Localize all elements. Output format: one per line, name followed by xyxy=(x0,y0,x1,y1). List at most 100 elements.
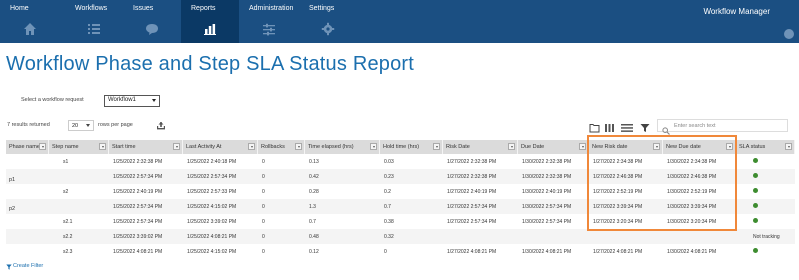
nav-item-settings[interactable]: Settings xyxy=(299,0,357,43)
filter-icon xyxy=(6,264,12,270)
chevron-down-icon xyxy=(86,124,90,127)
table-cell: Not tracking xyxy=(753,234,780,240)
sliders-icon xyxy=(239,20,299,38)
table-cell: 1.3 xyxy=(309,204,316,210)
table-cell: 0 xyxy=(262,219,265,225)
column-header[interactable]: Start time xyxy=(109,140,183,154)
workflow-select-label: Select a workflow request xyxy=(21,97,84,103)
table-cell: s2 xyxy=(63,189,69,195)
page-size-value: 20 xyxy=(72,123,79,129)
results-count: 7 results returned xyxy=(7,122,50,128)
table-cell: 0 xyxy=(262,174,265,180)
table-cell: 1/27/2022 2:32:38 PM xyxy=(447,174,497,180)
table-cell: s1 xyxy=(63,159,69,165)
table-cell: 1/25/2022 2:57:34 PM xyxy=(113,204,163,210)
sla-status-dot xyxy=(753,158,758,163)
page-size-select[interactable]: 20 xyxy=(68,120,94,131)
nav-item-workflows[interactable]: Workflows xyxy=(65,0,123,43)
table-cell: 1/25/2022 3:39:02 PM xyxy=(187,219,237,225)
table-cell: 1/25/2022 2:32:38 PM xyxy=(113,159,163,165)
column-filter-icon[interactable] xyxy=(579,143,586,150)
nav-item-administration[interactable]: Administration xyxy=(239,0,299,43)
table-cell: 0 xyxy=(262,204,265,210)
nav-label: Reports xyxy=(191,5,216,12)
search-input[interactable]: Enter search text xyxy=(657,119,788,135)
nav-label: Home xyxy=(10,5,29,12)
sla-status-dot xyxy=(753,173,758,178)
table-cell: 1/30/2022 4:08:21 PM xyxy=(667,249,717,255)
column-header[interactable]: Phase name xyxy=(6,140,49,154)
column-header[interactable]: Risk Date xyxy=(443,140,518,154)
column-filter-icon[interactable] xyxy=(99,143,106,150)
home-icon xyxy=(0,20,60,38)
table-cell: 1/30/2022 4:08:21 PM xyxy=(522,249,572,255)
rows-per-page-label: rows per page xyxy=(98,122,133,128)
table-cell: 0.28 xyxy=(309,189,319,195)
column-filter-icon[interactable] xyxy=(370,143,377,150)
table-cell: 1/25/2022 2:57:34 PM xyxy=(113,219,163,225)
table-cell: 0 xyxy=(384,249,387,255)
table-cell: 1/30/2022 2:32:38 PM xyxy=(522,159,572,165)
column-header[interactable]: SLA status xyxy=(736,140,795,154)
table-cell: 1/25/2022 4:15:02 PM xyxy=(187,204,237,210)
nav-label: Settings xyxy=(309,5,335,12)
nav-label: Workflows xyxy=(75,5,108,12)
app-brand: Workflow Manager xyxy=(703,7,770,16)
table-cell: s2.3 xyxy=(63,249,73,255)
table-cell: s2.1 xyxy=(63,219,73,225)
nav-item-home[interactable]: Home xyxy=(0,0,60,43)
column-filter-icon[interactable] xyxy=(295,143,302,150)
table-cell: 0 xyxy=(262,159,265,165)
column-filter-icon[interactable] xyxy=(785,143,792,150)
column-header[interactable]: Hold time (hrs) xyxy=(380,140,443,154)
column-header[interactable]: Time elapsed (hrs) xyxy=(305,140,380,154)
phase-label: p2 xyxy=(9,206,16,212)
table-cell: 0 xyxy=(262,189,265,195)
table-cell: 0.48 xyxy=(309,234,319,240)
table-cell: 0.03 xyxy=(384,159,394,165)
table-cell: 1/30/2022 2:57:34 PM xyxy=(522,204,572,210)
table-cell: 1/30/2022 2:40:19 PM xyxy=(522,189,572,195)
sla-status-dot xyxy=(753,188,758,193)
sla-status-dot xyxy=(753,203,758,208)
column-header[interactable]: Step name xyxy=(49,140,109,154)
table-cell: 0.32 xyxy=(384,234,394,240)
column-filter-icon[interactable] xyxy=(248,143,255,150)
column-filter-icon[interactable] xyxy=(173,143,180,150)
new-dates-highlight xyxy=(587,135,737,231)
table-cell: 1/27/2022 2:57:34 PM xyxy=(447,219,497,225)
table-cell: 1/25/2022 4:08:21 PM xyxy=(187,234,237,240)
create-filter-link[interactable]: Create Filter xyxy=(6,263,44,270)
table-cell: 1/25/2022 4:08:21 PM xyxy=(113,249,163,255)
table-cell: 0 xyxy=(262,249,265,255)
top-nav-bar: Home Workflows Issues Reports Administra… xyxy=(0,0,799,43)
nav-label: Administration xyxy=(249,5,294,12)
table-row[interactable]: s2.2 1/25/2022 3:39:02 PM 1/25/2022 4:08:2… xyxy=(6,229,795,244)
table-cell: 1/25/2022 3:39:02 PM xyxy=(113,234,163,240)
column-filter-icon[interactable] xyxy=(433,143,440,150)
sla-status-dot xyxy=(753,218,758,223)
table-cell: 0.13 xyxy=(309,159,319,165)
table-cell: 1/25/2022 2:40:19 PM xyxy=(113,189,163,195)
column-filter-icon[interactable] xyxy=(508,143,515,150)
export-icon[interactable] xyxy=(156,118,166,136)
column-header[interactable]: Due Date xyxy=(518,140,589,154)
column-filter-icon[interactable] xyxy=(39,143,46,150)
gear-icon xyxy=(299,20,357,38)
page-title: Workflow Phase and Step SLA Status Repor… xyxy=(6,53,415,75)
sla-status-dot xyxy=(753,248,758,253)
create-filter-label: Create Filter xyxy=(13,263,44,269)
nav-item-reports[interactable]: Reports xyxy=(181,0,239,43)
column-header[interactable]: Rollbacks xyxy=(258,140,305,154)
table-cell: 1/25/2022 4:15:02 PM xyxy=(187,249,237,255)
nav-item-issues[interactable]: Issues xyxy=(123,0,181,43)
table-cell: 1/27/2022 4:08:21 PM xyxy=(447,249,497,255)
table-cell: 1/25/2022 2:40:18 PM xyxy=(187,159,237,165)
user-status-icon[interactable] xyxy=(784,29,794,39)
column-header[interactable]: Last Activity At xyxy=(183,140,258,154)
nav-label: Issues xyxy=(133,5,154,12)
table-row[interactable]: s2.3 1/25/2022 4:08:21 PM 1/25/2022 4:15:0… xyxy=(6,244,795,259)
workflow-select[interactable]: Workflow1 xyxy=(104,95,160,107)
table-cell: 0.38 xyxy=(384,219,394,225)
table-cell: 1/25/2022 2:57:34 PM xyxy=(187,174,237,180)
